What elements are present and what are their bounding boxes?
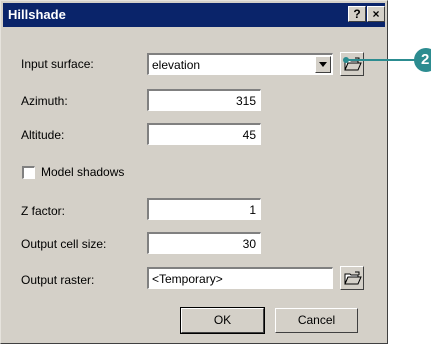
model-shadows-label: Model shadows: [41, 165, 125, 179]
azimuth-value: 315: [235, 94, 256, 108]
help-button[interactable]: ?: [348, 6, 366, 22]
browse-output-raster-button[interactable]: [340, 266, 364, 290]
input-surface-label: Input surface:: [21, 57, 94, 71]
model-shadows-checkbox[interactable]: [22, 166, 35, 179]
cancel-button[interactable]: Cancel: [275, 308, 358, 333]
callout-leader-line: [346, 59, 424, 61]
folder-open-icon: [344, 271, 362, 285]
title-bar[interactable]: Hillshade ? ×: [3, 3, 385, 27]
input-surface-value: elevation: [152, 58, 201, 72]
output-cell-size-input[interactable]: 30: [147, 232, 261, 254]
output-raster-value: <Temporary>: [152, 272, 223, 286]
output-cell-size-label: Output cell size:: [21, 237, 107, 251]
output-cell-size-value: 30: [242, 237, 256, 251]
callout-number-badge: 2: [414, 48, 431, 72]
z-factor-label: Z factor:: [21, 204, 66, 218]
chevron-down-icon: [319, 62, 327, 67]
azimuth-input[interactable]: 315: [147, 89, 261, 111]
z-factor-input[interactable]: 1: [147, 198, 261, 220]
z-factor-value: 1: [249, 203, 256, 217]
ok-button[interactable]: OK: [180, 307, 265, 334]
browse-input-surface-button[interactable]: [340, 52, 364, 76]
callout-anchor-dot: [343, 57, 349, 63]
azimuth-label: Azimuth:: [21, 94, 68, 108]
altitude-input[interactable]: 45: [147, 123, 261, 145]
dialog-title: Hillshade: [8, 7, 66, 22]
close-button[interactable]: ×: [367, 6, 385, 22]
altitude-label: Altitude:: [21, 128, 65, 142]
altitude-value: 45: [242, 128, 256, 142]
output-raster-label: Output raster:: [21, 273, 95, 287]
output-raster-input[interactable]: <Temporary>: [147, 267, 333, 289]
dropdown-arrow-button[interactable]: [315, 56, 331, 73]
hillshade-dialog: Hillshade ? × Input surface: elevation A…: [0, 0, 388, 344]
input-surface-combobox[interactable]: elevation: [147, 53, 333, 75]
